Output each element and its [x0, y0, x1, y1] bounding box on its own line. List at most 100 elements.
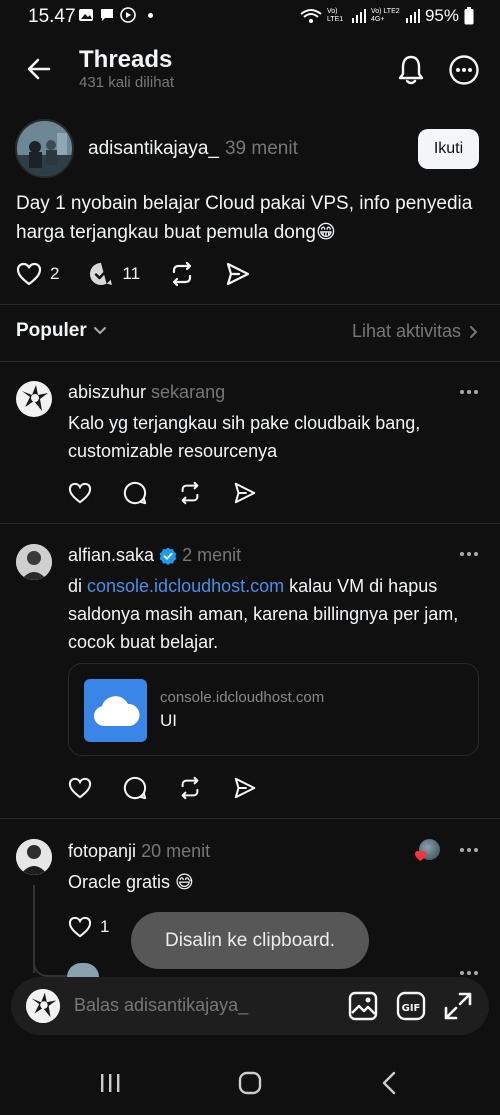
verified-badge-icon — [159, 547, 177, 565]
chevron-right-icon — [470, 325, 478, 338]
system-navigation-bar — [0, 1052, 500, 1115]
reply-avatar[interactable] — [16, 381, 52, 417]
current-user-avatar — [26, 989, 60, 1023]
status-bar: 15.47 Vo) LTE1 Vo) LTE2 4G+ 95% — [0, 0, 500, 34]
comment-icon[interactable] — [123, 481, 147, 505]
thread-connector — [33, 955, 67, 977]
reply-count: 11 — [122, 264, 141, 283]
chevron-down-icon — [93, 327, 106, 335]
reply-text: di console.idcloudhost.com kalau VM di h… — [68, 572, 473, 656]
post-author[interactable]: adisantikajaya_ 39 menit — [88, 138, 298, 160]
reply-input[interactable]: Balas adisantikajaya_ — [74, 995, 248, 1016]
comment-check-icon — [90, 262, 113, 285]
battery-icon — [464, 7, 474, 25]
recent-apps-icon[interactable] — [99, 1073, 121, 1093]
heart-icon[interactable] — [68, 777, 92, 799]
avatar-drawing — [16, 839, 52, 875]
cloud-icon — [93, 695, 140, 726]
repost-icon[interactable] — [169, 261, 195, 287]
share-icon[interactable] — [233, 776, 257, 800]
reply-username[interactable]: abiszuhur — [68, 382, 146, 403]
chat-icon — [101, 9, 113, 21]
cloud-thumbnail — [84, 679, 147, 742]
card-domain: console.idcloudhost.com — [160, 689, 325, 706]
toast-message: Disalin ke clipboard. — [131, 912, 369, 969]
reply-time: 2 menit — [182, 545, 242, 565]
heart-filled-icon — [415, 851, 426, 861]
like-button[interactable]: 2 — [16, 262, 59, 286]
reply-text: Oracle gratis 😅 — [68, 872, 194, 892]
reply-actions: 1 — [68, 916, 109, 938]
reply-username[interactable]: alfian.saka — [68, 545, 154, 566]
svg-text:GIF: GIF — [402, 1003, 421, 1014]
card-title: UI — [160, 711, 177, 730]
reply-time: sekarang — [151, 382, 226, 402]
status-right-icons: Vo) LTE1 Vo) LTE2 4G+ 95% — [300, 6, 474, 26]
reply-text: Kalo yg terjangkau sih pake cloudbaik ba… — [68, 413, 421, 461]
reply-time: 20 menit — [141, 841, 211, 861]
reply-text-prefix: di — [68, 576, 88, 596]
post-username[interactable]: adisantikajaya_ — [88, 138, 219, 159]
reply-username[interactable]: fotopanji — [68, 841, 136, 862]
view-count: 431 kali dilihat — [79, 74, 175, 91]
reply-author[interactable]: abiszuhur sekarang — [68, 382, 225, 403]
heart-icon[interactable] — [68, 482, 92, 504]
reply-composer[interactable]: Balas adisantikajaya_ GIF — [11, 977, 489, 1035]
divider — [0, 818, 500, 819]
reply-button[interactable]: 11 — [88, 261, 140, 287]
more-options-icon[interactable] — [448, 54, 480, 86]
notification-dot — [148, 12, 153, 18]
top-app-bar: Threads 431 kali dilihat — [0, 40, 500, 102]
share-icon[interactable] — [225, 261, 251, 287]
divider — [0, 304, 500, 305]
reply-author[interactable]: fotopanji 20 menit — [68, 841, 210, 862]
page-title: Threads — [79, 46, 173, 73]
link-preview-card[interactable]: console.idcloudhost.com UI — [68, 663, 479, 756]
nested-reply-avatar — [67, 963, 99, 977]
more-icon[interactable] — [459, 847, 479, 853]
repost-icon[interactable] — [178, 776, 202, 800]
reply-avatar[interactable] — [16, 544, 52, 580]
liked-by-author-avatar — [414, 838, 440, 864]
sort-dropdown[interactable]: Populer — [16, 320, 107, 342]
wifi-calling-icon — [300, 9, 322, 23]
more-icon[interactable] — [459, 970, 479, 976]
signal-icon — [351, 9, 366, 23]
like-count: 1 — [100, 917, 110, 936]
view-activity-link[interactable]: Lihat aktivitas — [352, 321, 478, 342]
repost-icon[interactable] — [178, 481, 202, 505]
status-time: 15.47 — [28, 6, 76, 27]
heart-icon — [16, 262, 42, 286]
reply-actions — [68, 776, 257, 800]
battery-percent: 95% — [424, 6, 459, 25]
avatar-drawing — [26, 989, 60, 1023]
more-icon[interactable] — [459, 551, 479, 557]
image-icon[interactable] — [348, 991, 378, 1021]
sim2-label: Vo) LTE2 4G+ — [370, 8, 400, 23]
reply-link[interactable]: console.idcloudhost.com — [87, 576, 284, 596]
more-icon[interactable] — [459, 389, 479, 395]
comment-icon[interactable] — [123, 776, 147, 800]
back-nav-icon[interactable] — [381, 1071, 397, 1095]
back-arrow-icon[interactable] — [24, 54, 54, 84]
reply-author[interactable]: alfian.saka 2 menit — [68, 545, 241, 566]
play-icon — [120, 7, 136, 23]
share-icon[interactable] — [233, 481, 257, 505]
home-icon[interactable] — [238, 1071, 262, 1095]
bell-icon[interactable] — [396, 54, 426, 86]
gif-icon[interactable]: GIF — [396, 991, 426, 1021]
like-button[interactable]: 1 — [68, 916, 109, 938]
gallery-icon — [79, 9, 93, 21]
divider — [0, 523, 500, 524]
divider — [0, 361, 500, 362]
like-count: 2 — [50, 264, 60, 283]
post-author-avatar[interactable] — [15, 119, 74, 178]
reply-actions — [68, 481, 257, 505]
heart-icon — [68, 916, 92, 938]
expand-icon[interactable] — [443, 991, 473, 1021]
post-actions: 2 11 — [16, 261, 251, 287]
follow-button[interactable]: Ikuti — [418, 129, 479, 169]
post-text: Day 1 nyobain belajar Cloud pakai VPS, i… — [16, 193, 473, 243]
reply-avatar[interactable] — [16, 839, 52, 875]
avatar-drawing — [16, 544, 52, 580]
